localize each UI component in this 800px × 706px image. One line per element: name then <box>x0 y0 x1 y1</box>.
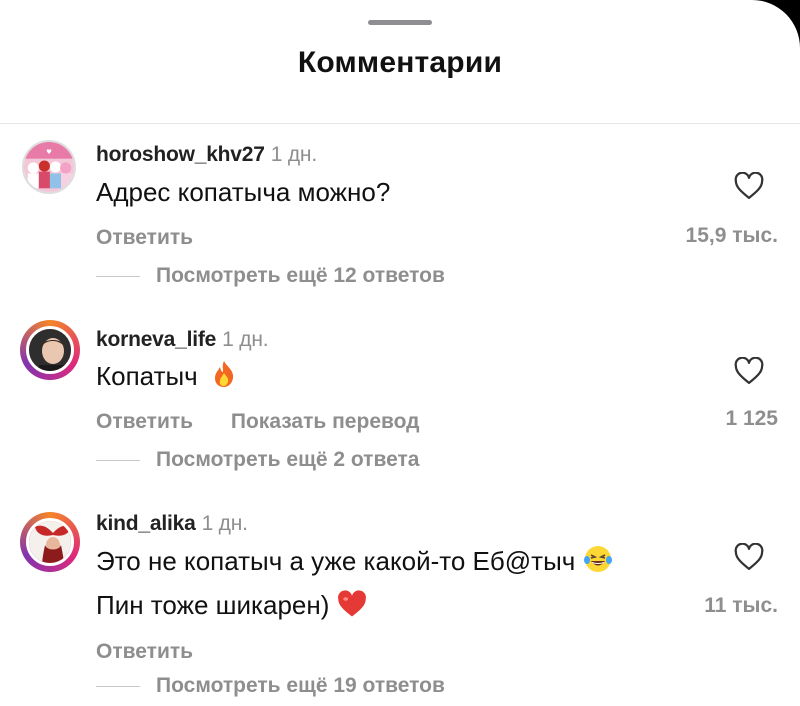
avatar[interactable] <box>20 320 80 380</box>
reply-button[interactable]: Ответить <box>96 226 193 249</box>
comment-actions: Ответить <box>96 226 225 250</box>
view-replies-label[interactable]: Посмотреть ещё 19 ответов <box>156 674 445 698</box>
comment-time: 1 дн. <box>201 512 248 535</box>
translate-button[interactable]: Показать перевод <box>231 410 420 433</box>
heart-icon[interactable] <box>734 172 764 200</box>
view-replies-button[interactable]: Посмотреть ещё 12 ответов <box>96 264 445 288</box>
comment-actions: Ответить Показать перевод <box>96 410 452 434</box>
view-replies-button[interactable]: Посмотреть ещё 19 ответов <box>96 674 445 698</box>
like-count: 1 125 <box>725 407 778 430</box>
avatar-image <box>26 518 74 566</box>
sheet-corner <box>730 0 800 50</box>
replies-line <box>96 275 140 277</box>
group-photo-icon: ♥ <box>24 142 74 192</box>
portrait-icon <box>29 329 71 371</box>
comment-text: Адрес копатыча можно? <box>96 177 391 207</box>
heart-icon[interactable] <box>734 543 764 571</box>
drag-handle[interactable] <box>368 20 432 25</box>
comment-text-label: Пин тоже шикарен) <box>96 590 330 620</box>
avatar[interactable]: ♥ <box>22 140 76 194</box>
comment-username[interactable]: kind_alika 1 дн. <box>96 512 248 536</box>
red-heart-emoji-icon <box>337 590 366 617</box>
username-text[interactable]: korneva_life <box>96 328 216 351</box>
view-replies-button[interactable]: Посмотреть ещё 2 ответа <box>96 448 419 472</box>
avatar[interactable] <box>20 512 80 572</box>
page-title: Комментарии <box>297 46 503 79</box>
comment-text-label: Это не копатыч а уже какой-то Еб@тыч <box>96 546 576 576</box>
comment-text: Копатыч <box>96 357 239 395</box>
bow-avatar-icon <box>29 521 71 563</box>
view-replies-label[interactable]: Посмотреть ещё 12 ответов <box>156 264 445 288</box>
fire-emoji-icon <box>214 361 234 387</box>
svg-text:♥: ♥ <box>46 148 52 156</box>
comment-time: 1 дн. <box>270 143 317 166</box>
avatar-image <box>26 326 74 374</box>
comments-sheet: Комментарии ♥ horoshow_khv27 1 дн. Адрес … <box>0 0 800 706</box>
username-text[interactable]: horoshow_khv27 <box>96 143 265 166</box>
username-text[interactable]: kind_alika <box>96 512 196 535</box>
like-count: 15,9 тыс. <box>685 224 778 247</box>
replies-line <box>96 685 140 687</box>
reply-button[interactable]: Ответить <box>96 410 193 433</box>
view-replies-label[interactable]: Посмотреть ещё 2 ответа <box>156 448 419 472</box>
comment-text-line1: Это не копатыч а уже какой-то Еб@тыч <box>96 542 613 580</box>
comment-actions: Ответить <box>96 640 225 664</box>
replies-line <box>96 459 140 461</box>
heart-icon[interactable] <box>734 357 764 385</box>
like-count: 11 тыс. <box>704 594 778 617</box>
comment-text-label: Копатыч <box>96 361 198 391</box>
reply-button[interactable]: Ответить <box>96 640 193 663</box>
comment-text-line2: Пин тоже шикарен) <box>96 586 367 624</box>
comment-time: 1 дн. <box>222 328 269 351</box>
header-divider <box>0 123 800 124</box>
comment-username[interactable]: horoshow_khv27 1 дн. <box>96 143 317 167</box>
laughing-tears-emoji-icon <box>583 546 612 572</box>
comment-username[interactable]: korneva_life 1 дн. <box>96 328 269 352</box>
